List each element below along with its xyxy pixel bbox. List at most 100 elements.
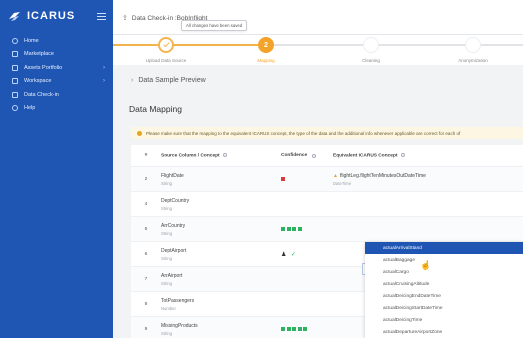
- dropdown-option[interactable]: actualArrivalStand: [365, 242, 523, 254]
- step-cleaning-label: Cleaning: [362, 58, 380, 63]
- sidebar: ICARUS Home Marketplace Assets Portfolio › W…: [0, 0, 113, 338]
- source-name: TotPassengers: [161, 297, 195, 304]
- step-upload-label: Upload Data Source: [145, 58, 187, 63]
- data-sample-preview-toggle[interactable]: › Data Sample Preview: [131, 77, 206, 84]
- icarus-logo-icon: [9, 11, 20, 21]
- sidebar-nav: Home Marketplace Assets Portfolio › Workspac…: [0, 34, 113, 115]
- equivalent-concept: flightLeg.flightTenMinutesOutDateTime: [339, 172, 426, 179]
- source-type: String: [161, 180, 172, 186]
- col-confidence: Confidence: [281, 153, 333, 158]
- portfolio-icon: [12, 64, 18, 71]
- equivalent-type: DateTime: [333, 180, 351, 186]
- confidence-bar-segment: [297, 327, 302, 331]
- dropdown-option[interactable]: actualCruisingAltitude: [365, 278, 523, 290]
- source-cell: ArrCountry String: [161, 223, 281, 236]
- equivalent-cell[interactable]: [333, 228, 523, 230]
- sidebar-item-workspace[interactable]: Workspace ›: [0, 75, 113, 89]
- step-mapping-node[interactable]: 2: [258, 37, 274, 53]
- source-name: FlightDate: [161, 172, 184, 179]
- confidence-cell: [281, 227, 333, 231]
- info-icon: [400, 152, 405, 157]
- source-name: DeptCountry: [161, 197, 190, 204]
- source-type: String: [161, 205, 172, 211]
- step-upload-node[interactable]: [158, 37, 174, 53]
- equivalent-cell[interactable]: ▲ flightLeg.flightTenMinutesOutDateTime Da…: [333, 173, 523, 186]
- info-icon: [311, 153, 316, 158]
- table-row: 4 DeptCountry String: [131, 192, 523, 217]
- confidence-bar-segment: [281, 327, 285, 331]
- progress-line: [113, 44, 258, 46]
- step-cleaning-node[interactable]: [363, 37, 379, 53]
- confidence-bar-segment: [286, 227, 291, 231]
- top-header: ⇪ Data Check-in :BobInflight All changes…: [113, 0, 523, 35]
- saved-toast: All changes have been saved: [181, 20, 248, 31]
- dropdown-option[interactable]: actualDepartureAirportZone: [365, 326, 523, 338]
- dropdown-option[interactable]: actualDeicingStartDateTime: [365, 302, 523, 314]
- sidebar-item-help[interactable]: Help: [0, 102, 113, 116]
- row-number: 9: [144, 326, 148, 332]
- source-cell: MissingProducts String: [161, 323, 281, 336]
- sidebar-item-label: Assets Portfolio: [24, 64, 63, 71]
- source-name: MissingProducts: [161, 322, 198, 329]
- source-name: ArrAirport: [161, 272, 183, 279]
- upload-icon: ⇪: [122, 15, 128, 22]
- confidence-bar-segment: [286, 327, 291, 331]
- row-number: 2: [144, 176, 148, 182]
- source-name: DeptAirport: [161, 247, 187, 254]
- source-cell: TotPassengers Number: [161, 298, 281, 311]
- notice-text: Please make sure that the mapping to the…: [146, 130, 461, 136]
- dropdown-option[interactable]: actualDeicingEndDateTime: [365, 290, 523, 302]
- source-cell: DeptCountry String: [161, 198, 281, 211]
- col-num: #: [144, 153, 148, 158]
- mapping-notice: Please make sure that the mapping to the…: [131, 127, 523, 139]
- confidence-cell: ♟ ✓: [281, 251, 333, 258]
- sidebar-item-assets-portfolio[interactable]: Assets Portfolio ›: [0, 61, 113, 75]
- confidence-cell: [281, 177, 333, 181]
- col-equivalent: Equivalent ICARUS Concept: [333, 152, 523, 158]
- dropdown-option[interactable]: actualDeicingTime: [365, 314, 523, 326]
- row-number: 8: [144, 301, 148, 307]
- row-number: 5: [144, 226, 148, 232]
- source-type: String: [161, 255, 172, 261]
- sidebar-item-home[interactable]: Home: [0, 34, 113, 48]
- warning-icon: ▲: [333, 172, 338, 179]
- sidebar-item-data-check-in[interactable]: Data Check-in: [0, 88, 113, 102]
- store-icon: [12, 51, 18, 58]
- row-number: 6: [144, 251, 148, 257]
- menu-toggle-icon[interactable]: [97, 12, 106, 20]
- home-icon: [12, 37, 18, 44]
- source-type: Number: [161, 305, 176, 311]
- dropdown-option[interactable]: actualCargo: [365, 266, 523, 278]
- remaining-line: [266, 44, 523, 46]
- warning-icon: [137, 130, 142, 136]
- source-cell: FlightDate String: [161, 173, 281, 186]
- row-number: 7: [144, 276, 148, 282]
- equivalent-cell[interactable]: [333, 203, 523, 205]
- sidebar-item-label: Marketplace: [24, 51, 54, 58]
- step-mapping-label: Mapping: [257, 58, 275, 63]
- sidebar-item-label: Home: [24, 37, 39, 44]
- chevron-right-icon: ›: [131, 77, 134, 84]
- step-anonymization-label: Anonymization: [458, 58, 488, 63]
- upload-icon: [12, 91, 18, 98]
- source-cell: DeptAirport String: [161, 248, 281, 261]
- help-icon: [12, 105, 18, 112]
- confidence-low-marker: [281, 177, 285, 181]
- confidence-bar-segment: [281, 227, 285, 231]
- section-title: Data Mapping: [129, 104, 182, 114]
- step-anonymization-node[interactable]: [465, 37, 481, 53]
- workspace-icon: [12, 78, 18, 85]
- workflow-stepper: 2 Upload Data Source Mapping Cleaning An…: [113, 35, 523, 65]
- app-name: ICARUS: [27, 10, 76, 22]
- dropdown-option[interactable]: actualBaggage: [365, 254, 523, 266]
- confidence-bar-segment: [297, 227, 302, 231]
- confidence-bar-segment: [292, 327, 296, 331]
- user-icon: ♟: [281, 251, 287, 258]
- brand: ICARUS: [0, 0, 113, 32]
- table-row: 2 FlightDate String ▲ flightLeg.flightTenMin…: [131, 167, 523, 192]
- source-type: String: [161, 280, 172, 286]
- sidebar-item-marketplace[interactable]: Marketplace: [0, 48, 113, 62]
- source-type: String: [161, 230, 172, 236]
- chevron-right-icon: ›: [103, 78, 105, 85]
- sidebar-item-label: Help: [24, 105, 36, 112]
